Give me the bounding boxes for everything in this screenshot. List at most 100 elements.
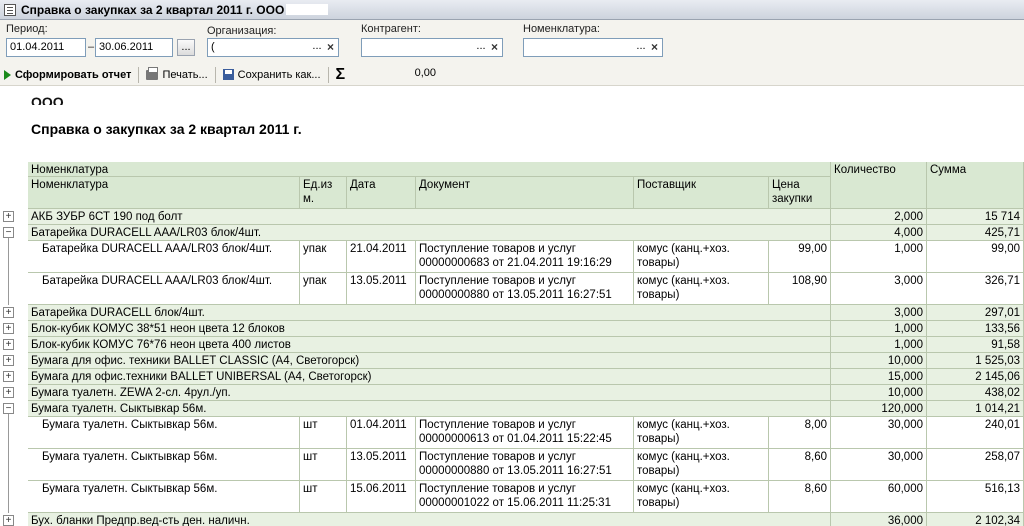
detail-row-supplier-line1: комус (канц.+хоз.	[637, 243, 730, 255]
detail-row-nomenclature: Бумага туалетн. Сыктывкар 56м.	[28, 449, 300, 481]
printer-icon	[146, 66, 159, 80]
detail-row-document-line1: Поступление товаров и услуг	[419, 419, 576, 431]
group-row-quantity: 2,000	[831, 209, 927, 225]
group-row-quantity: 36,000	[831, 513, 927, 526]
detail-row-unit: упак	[300, 273, 347, 305]
date-to-field[interactable]: 30.06.2011	[95, 38, 173, 57]
group-row-name: Бумага туалетн. ZEWA 2-сл. 4рул./уп.	[28, 385, 831, 401]
group-bracket-line	[8, 238, 9, 305]
detail-row-supplier-line1: комус (канц.+хоз.	[637, 275, 730, 287]
nomenclature-select-button[interactable]: ...	[634, 39, 648, 56]
sigma-icon[interactable]: Σ	[332, 66, 350, 84]
header-price: Цена закупки	[769, 177, 831, 209]
period-select-button[interactable]: ...	[177, 39, 195, 56]
detail-row-date: 21.04.2011	[347, 241, 416, 273]
collapse-group-icon[interactable]: −	[3, 227, 14, 238]
expand-group-icon[interactable]: +	[3, 387, 14, 398]
contractor-clear-icon[interactable]: ×	[488, 39, 501, 56]
detail-row-nomenclature: Батарейка DURACELL AAA/LR03 блок/4шт.	[28, 241, 300, 273]
org-value: (	[211, 41, 215, 53]
period-dash: –	[88, 41, 95, 53]
detail-row-sum: 99,00	[927, 241, 1024, 273]
detail-row-supplier: комус (канц.+хоз. товары)	[634, 481, 769, 513]
period-label: Период:	[6, 23, 48, 35]
group-row-sum: 133,56	[927, 321, 1024, 337]
detail-row-quantity: 30,000	[831, 417, 927, 449]
detail-row-document-line1: Поступление товаров и услуг	[419, 243, 576, 255]
group-row-quantity: 120,000	[831, 401, 927, 417]
group-row-quantity: 4,000	[831, 225, 927, 241]
expand-group-icon[interactable]: +	[3, 339, 14, 350]
detail-row-supplier-line1: комус (канц.+хоз.	[637, 483, 730, 495]
detail-row-unit: шт	[300, 417, 347, 449]
detail-row-price: 8,60	[769, 481, 831, 513]
group-row-name: Батарейка DURACELL блок/4шт.	[28, 305, 831, 321]
expand-group-icon[interactable]: +	[3, 515, 14, 526]
org-select-button[interactable]: ...	[310, 39, 324, 56]
floppy-disk-icon	[222, 69, 234, 80]
org-clear-icon[interactable]: ×	[324, 39, 337, 56]
header-quantity: Количество	[831, 162, 927, 209]
detail-row-document-line2: 00000000880 от 13.05.2011 16:27:51	[419, 465, 612, 477]
detail-row-document-line1: Поступление товаров и услуг	[419, 483, 576, 495]
group-row-sum: 2 102,34	[927, 513, 1024, 526]
detail-row-price: 99,00	[769, 241, 831, 273]
detail-row-price: 8,60	[769, 449, 831, 481]
group-row-name: Блок-кубик КОМУС 76*76 неон цвета 400 ли…	[28, 337, 831, 353]
detail-row-document: Поступление товаров и услуг 00000000880 о…	[416, 449, 634, 481]
group-row-name: Бумага для офис.техники BALLET UNIBERSAL…	[28, 369, 831, 385]
expand-group-icon[interactable]: +	[3, 371, 14, 382]
detail-row-document: Поступление товаров и услуг 00000001022 о…	[416, 481, 634, 513]
header-group-nomenclature: Номенклатура	[28, 162, 831, 177]
group-row-name: Бумага туалетн. Сыктывкар 56м.	[28, 401, 831, 417]
detail-row-nomenclature: Батарейка DURACELL AAA/LR03 блок/4шт.	[28, 273, 300, 305]
nomenclature-clear-icon[interactable]: ×	[648, 39, 661, 56]
collapse-group-icon[interactable]: −	[3, 403, 14, 414]
detail-row-document: Поступление товаров и услуг 00000000880 о…	[416, 273, 634, 305]
expand-group-icon[interactable]: +	[3, 323, 14, 334]
header-sum: Сумма	[927, 162, 1024, 209]
detail-row-date: 01.04.2011	[347, 417, 416, 449]
save-as-label: Сохранить как...	[237, 68, 321, 81]
detail-row-supplier-line2: товары)	[637, 433, 680, 445]
detail-row-sum: 258,07	[927, 449, 1024, 481]
contractor-select-button[interactable]: ...	[474, 39, 488, 56]
detail-row-supplier-line1: комус (канц.+хоз.	[637, 419, 730, 431]
expand-group-icon[interactable]: +	[3, 355, 14, 366]
redacted-area	[286, 4, 329, 15]
toolbar-separator	[327, 66, 329, 83]
group-row-name: Блок-кубик КОМУС 38*51 неон цвета 12 бло…	[28, 321, 831, 337]
group-row-sum: 2 145,06	[927, 369, 1024, 385]
date-from-field[interactable]: 01.04.2011	[6, 38, 86, 57]
detail-row-unit: упак	[300, 241, 347, 273]
group-row-sum: 425,71	[927, 225, 1024, 241]
print-button[interactable]: Печать...	[142, 65, 211, 85]
expand-group-icon[interactable]: +	[3, 211, 14, 222]
contractor-label: Контрагент:	[361, 23, 421, 35]
nomenclature-label: Номенклатура:	[523, 23, 600, 35]
detail-row-document-line2: 00000000683 от 21.04.2011 19:16:29	[419, 257, 612, 269]
header-supplier: Поставщик	[634, 177, 769, 209]
detail-row-price: 108,90	[769, 273, 831, 305]
grouping-gutter: + − + + + + + + − +	[0, 87, 18, 526]
detail-row-sum: 240,01	[927, 417, 1024, 449]
save-as-button[interactable]: Сохранить как...	[219, 65, 325, 85]
report-sheet[interactable]: ООО Справка о закупках за 2 квартал 2011…	[0, 87, 1024, 526]
detail-row-date: 13.05.2011	[347, 273, 416, 305]
generate-report-button[interactable]: Сформировать отчет	[0, 65, 135, 85]
group-row-quantity: 1,000	[831, 321, 927, 337]
detail-row-nomenclature: Бумага туалетн. Сыктывкар 56м.	[28, 481, 300, 513]
detail-row-document: Поступление товаров и услуг 00000000683 о…	[416, 241, 634, 273]
detail-row-supplier: комус (канц.+хоз. товары)	[634, 273, 769, 305]
header-unit: Ед.из м.	[300, 177, 347, 209]
detail-row-document-line2: 00000000880 от 13.05.2011 16:27:51	[419, 289, 612, 301]
detail-row-document-line1: Поступление товаров и услуг	[419, 275, 576, 287]
header-nomenclature: Номенклатура	[28, 177, 300, 209]
filter-panel: Период: 01.04.2011 – 30.06.2011 ... Орга…	[0, 20, 1024, 64]
detail-row-sum: 516,13	[927, 481, 1024, 513]
report-toolbar: Сформировать отчет Печать... Сохранить к…	[0, 64, 1024, 86]
toolbar-separator	[138, 66, 140, 83]
detail-row-nomenclature: Бумага туалетн. Сыктывкар 56м.	[28, 417, 300, 449]
expand-group-icon[interactable]: +	[3, 307, 14, 318]
print-label: Печать...	[162, 68, 208, 81]
